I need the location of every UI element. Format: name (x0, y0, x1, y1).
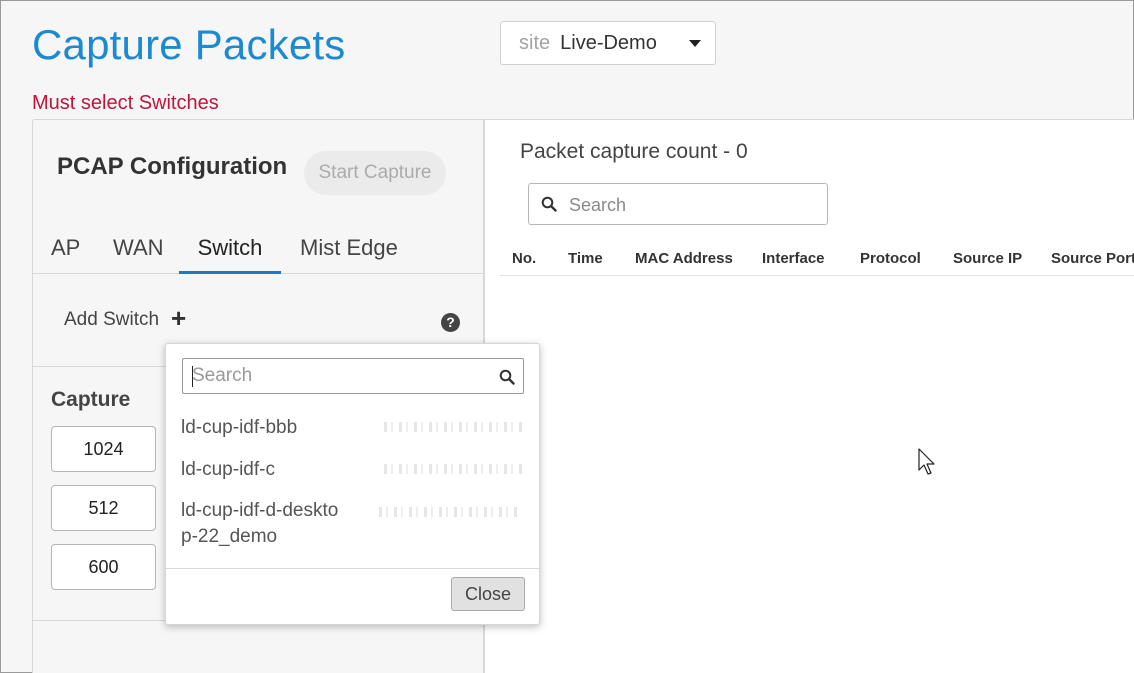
device-tabs: AP WAN Switch Mist Edge (33, 228, 483, 274)
redacted-mac (384, 422, 526, 432)
site-label: site (519, 31, 551, 54)
tab-mist-edge[interactable]: Mist Edge (300, 228, 398, 274)
tab-wan[interactable]: WAN (113, 228, 164, 274)
tab-switch[interactable]: Switch (179, 228, 281, 274)
col-interface[interactable]: Interface (762, 250, 825, 267)
col-source-ip[interactable]: Source IP (953, 250, 1022, 267)
table-header: No. Time MAC Address Interface Protocol … (500, 240, 1134, 276)
capture-label: Capture (51, 388, 131, 411)
mouse-pointer-icon (918, 448, 935, 475)
start-capture-button[interactable]: Start Capture (304, 151, 446, 195)
col-no[interactable]: No. (512, 250, 536, 267)
capture-input-1[interactable]: 1024 (51, 426, 156, 472)
switch-option-name: ld-cup-idf-bbb (181, 417, 298, 438)
switch-option[interactable]: ld-cup-idf-c (181, 457, 526, 483)
plus-icon[interactable]: + (171, 303, 186, 334)
redacted-mac (379, 507, 521, 517)
search-icon (541, 196, 557, 212)
divider (166, 568, 539, 569)
close-button[interactable]: Close (451, 577, 525, 611)
switch-option[interactable]: ld-cup-idf-d-desktop-22_demo (181, 498, 346, 550)
capture-input-2[interactable]: 512 (51, 485, 156, 531)
search-icon (499, 369, 515, 385)
switch-picker-popover: ld-cup-idf-bbb ld-cup-idf-c ld-cup-idf-d… (165, 343, 540, 625)
capture-input-3[interactable]: 600 (51, 544, 156, 590)
site-select[interactable]: site Live-Demo (500, 21, 716, 65)
col-source-port[interactable]: Source Port (1051, 250, 1134, 267)
results-panel: Packet capture count - 0 No. Time MAC Ad… (484, 119, 1134, 673)
error-message: Must select Switches (32, 92, 219, 114)
packet-count: Packet capture count - 0 (520, 140, 748, 163)
site-value: Live-Demo (560, 31, 657, 54)
page-title: Capture Packets (32, 21, 346, 68)
switch-option[interactable]: ld-cup-idf-bbb (181, 415, 526, 441)
col-mac-address[interactable]: MAC Address (635, 250, 733, 267)
switch-search-input[interactable] (192, 365, 487, 387)
pcap-config-title: PCAP Configuration (57, 153, 288, 180)
redacted-mac (384, 464, 526, 474)
add-switch-button[interactable]: Add Switch (64, 309, 159, 331)
tab-ap[interactable]: AP (51, 228, 80, 274)
switch-option-name: ld-cup-idf-c (181, 459, 275, 480)
results-search-input[interactable] (569, 193, 809, 217)
help-icon[interactable]: ? (441, 313, 460, 332)
switch-option-name: ld-cup-idf-d-desktop-22_demo (181, 500, 339, 547)
results-search[interactable] (528, 183, 828, 225)
col-protocol[interactable]: Protocol (860, 250, 921, 267)
switch-search[interactable] (182, 358, 524, 394)
col-time[interactable]: Time (568, 250, 603, 267)
caret-down-icon (689, 39, 701, 47)
